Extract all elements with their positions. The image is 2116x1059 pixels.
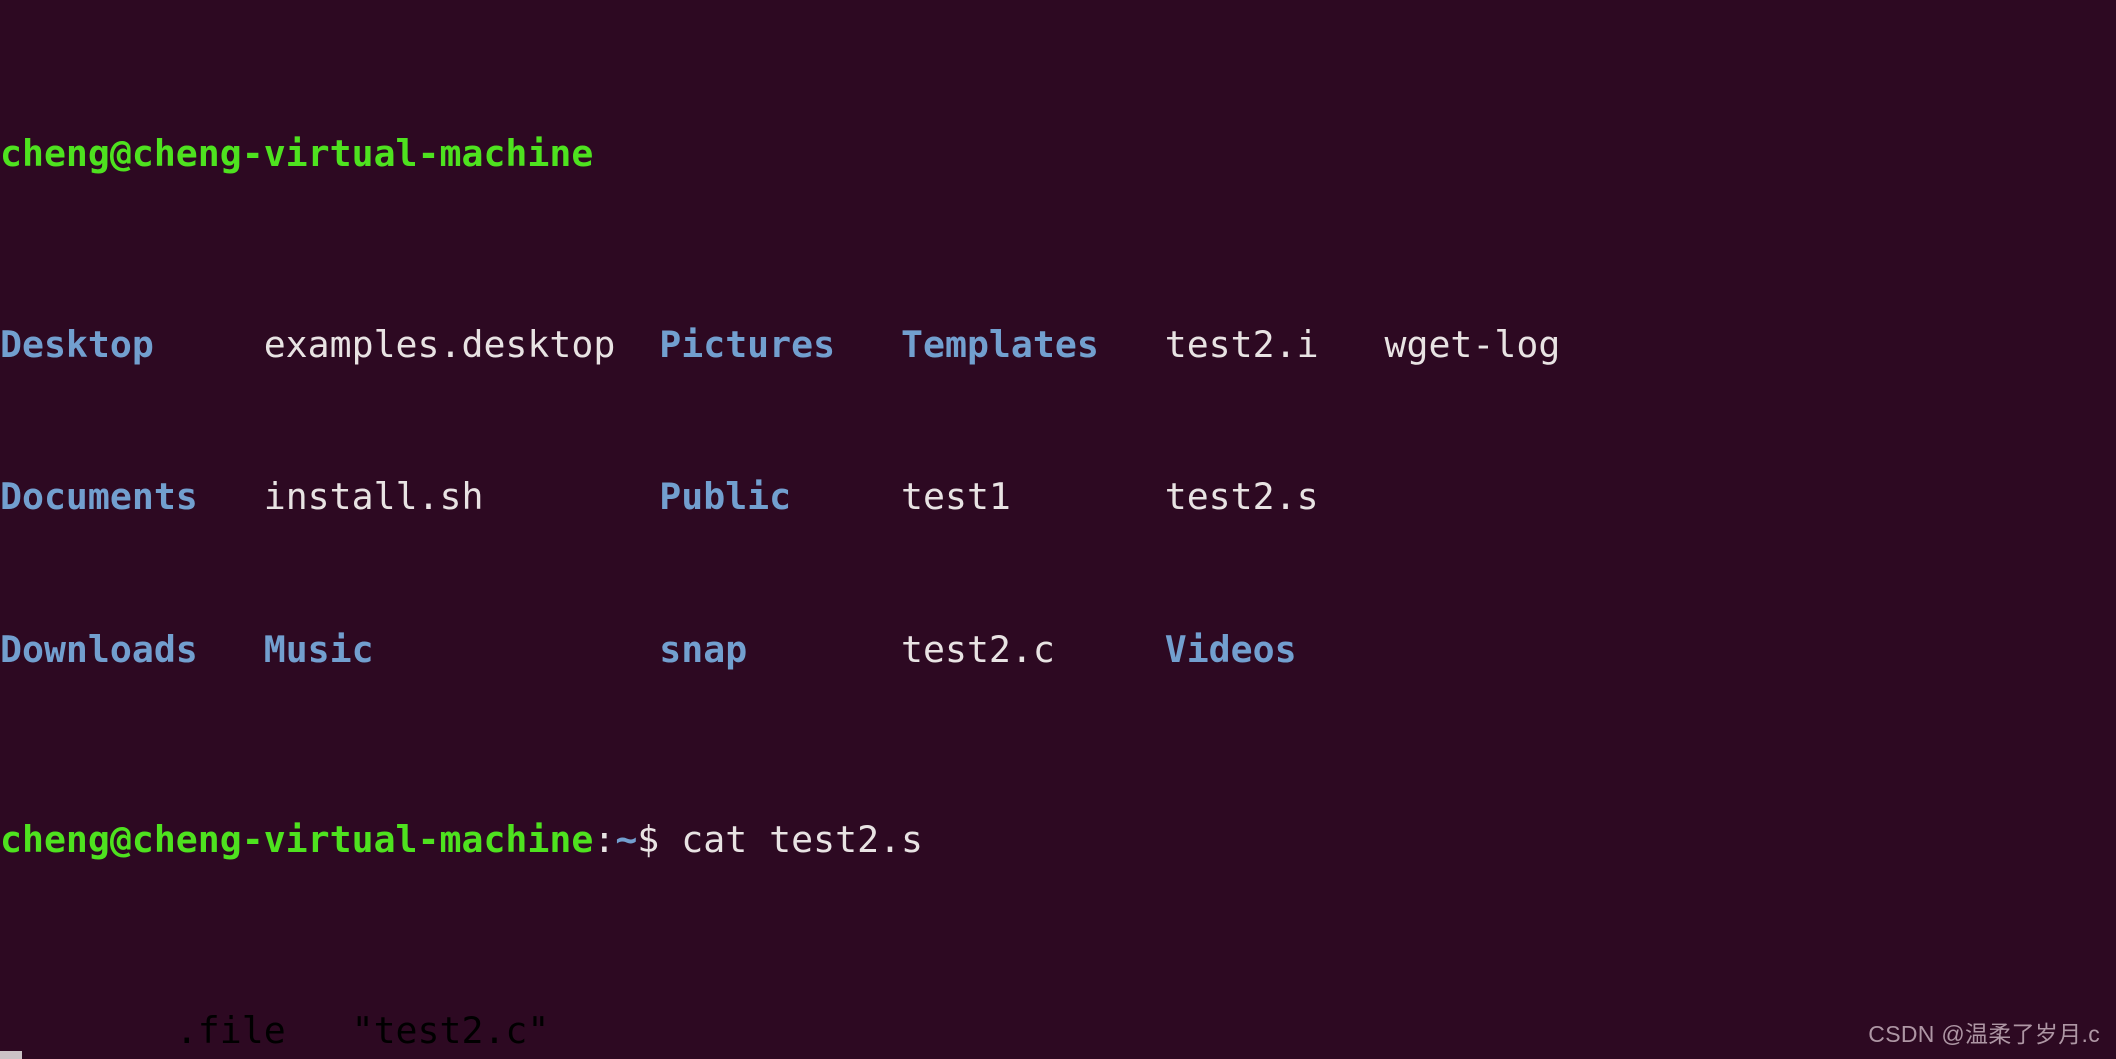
listing-entry-test2-s[interactable]: test2.s — [1165, 475, 1319, 518]
prompt-sigil: $ — [637, 818, 660, 862]
listing-entry-documents[interactable]: Documents — [0, 475, 198, 518]
listing-entry-snap[interactable]: snap — [659, 628, 747, 671]
listing-entry-videos[interactable]: Videos — [1165, 628, 1297, 671]
previous-prompt-text: cheng@cheng-virtual-machine — [0, 132, 594, 176]
prompt-line[interactable]: cheng@cheng-virtual-machine:~$ cat test2… — [0, 821, 2116, 859]
listing-entry-examples-desktop[interactable]: examples.desktop — [264, 323, 616, 366]
csdn-watermark: CSDN @温柔了岁月.c — [1868, 1020, 2100, 1047]
listing-entry-templates[interactable]: Templates — [901, 323, 1099, 366]
command-input[interactable]: cat test2.s — [681, 818, 923, 861]
previous-prompt-line-partial: cheng@cheng-virtual-machine — [0, 135, 2116, 173]
terminal-screen: cheng@cheng-virtual-machine Desktop exam… — [0, 0, 2116, 1059]
listing-entry-test2-i[interactable]: test2.i — [1165, 323, 1319, 366]
prompt-separator: : — [593, 818, 616, 862]
listing-entry-wget-log[interactable]: wget-log — [1385, 323, 1561, 366]
listing-entry-install-sh[interactable]: install.sh — [264, 475, 484, 518]
prompt-path: ~ — [615, 818, 638, 862]
listing-entry-test1[interactable]: test1 — [901, 475, 1011, 518]
listing-row-1: Desktop examples.desktop Pictures Templa… — [0, 323, 2116, 366]
listing-entry-desktop[interactable]: Desktop — [0, 323, 154, 366]
listing-row-2: Documents install.sh Public test1 test2.… — [0, 478, 2116, 516]
listing-entry-pictures[interactable]: Pictures — [659, 323, 835, 366]
listing-row-3: Downloads Music snap test2.c Videos — [0, 628, 2116, 671]
output-line: .file "test2.c" — [0, 1008, 550, 1052]
text-cursor — [0, 1051, 22, 1059]
listing-entry-downloads[interactable]: Downloads — [0, 628, 198, 671]
terminal-window[interactable]: cheng@cheng-virtual-machine Desktop exam… — [0, 0, 2116, 1059]
listing-entry-public[interactable]: Public — [659, 475, 791, 518]
prompt-user-host: cheng@cheng-virtual-machine — [0, 818, 594, 862]
listing-entry-test2-c[interactable]: test2.c — [901, 628, 1055, 671]
listing-entry-music[interactable]: Music — [264, 628, 374, 671]
